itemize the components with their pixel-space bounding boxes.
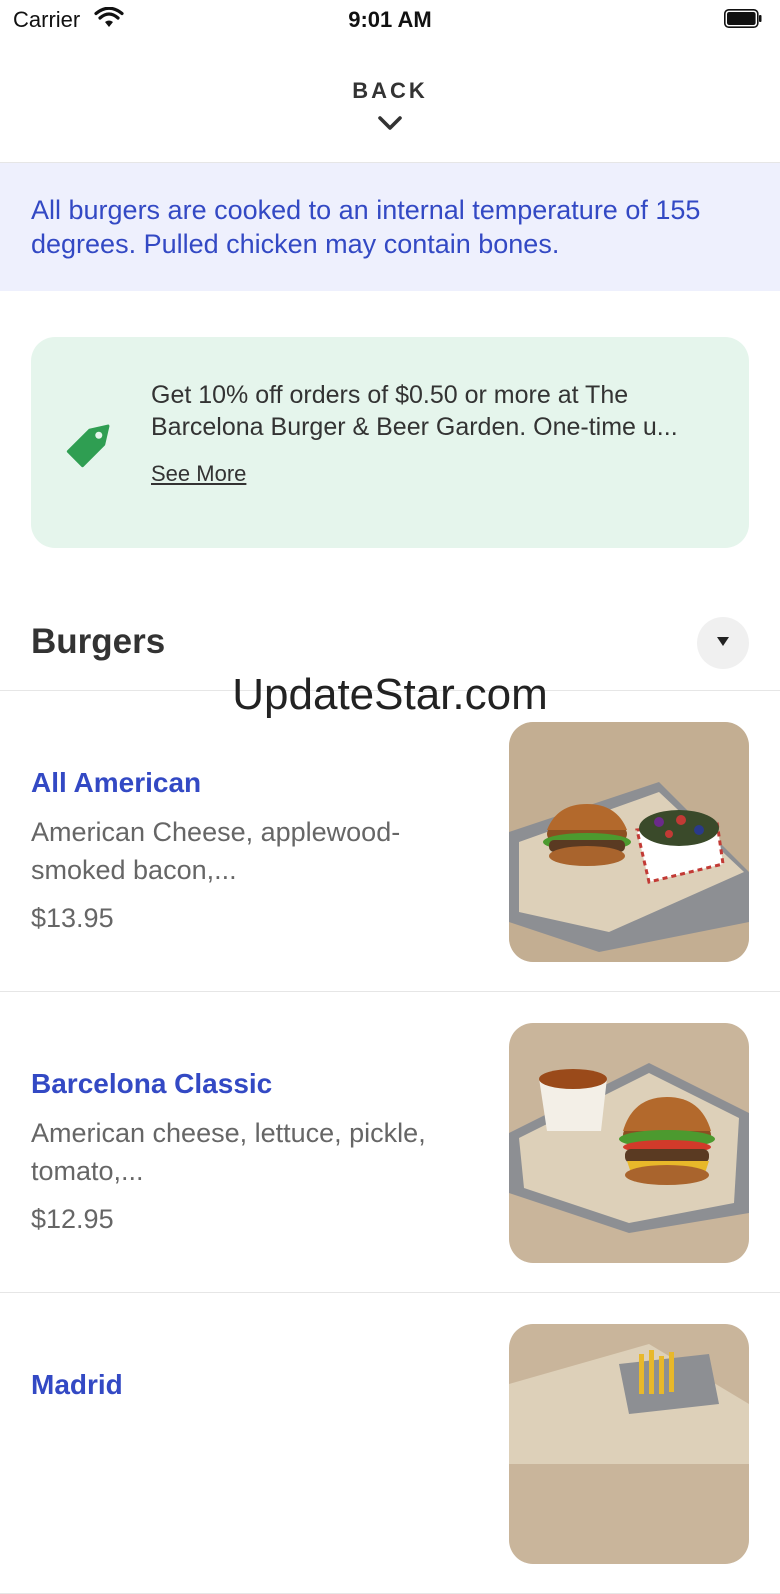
item-description-line: American cheese, lettuce, pickle,: [31, 1118, 426, 1148]
item-name[interactable]: Madrid: [31, 1369, 123, 1401]
item-photo[interactable]: [509, 1023, 749, 1263]
item-description-line: American Cheese, applewood-: [31, 817, 401, 847]
promo-card[interactable]: Get 10% off orders of $0.50 or more at T…: [31, 337, 749, 548]
menu-item-barcelona-classic[interactable]: Barcelona Classic American cheese, lettu…: [0, 992, 780, 1293]
item-photo[interactable]: [509, 722, 749, 962]
status-bar: Carrier 9:01 AM: [0, 0, 780, 40]
back-button[interactable]: BACK: [0, 78, 780, 104]
item-price: $13.95: [31, 903, 114, 933]
caret-down-icon: [717, 637, 729, 646]
cooking-notice-banner: All burgers are cooked to an internal te…: [0, 163, 780, 291]
notice-text: All burgers are cooked to an internal te…: [31, 195, 701, 259]
promo-line-1: Get 10% off orders of $0.50 or more at T…: [151, 381, 629, 409]
see-more-link[interactable]: See More: [151, 461, 246, 487]
battery-icon: [724, 9, 762, 28]
item-name[interactable]: All American: [31, 767, 201, 799]
promo-description: Get 10% off orders of $0.50 or more at T…: [151, 379, 721, 443]
clock: 9:01 AM: [348, 7, 432, 32]
item-name[interactable]: Barcelona Classic: [31, 1068, 272, 1100]
section-title: Burgers: [31, 622, 166, 661]
menu-item-madrid[interactable]: Madrid: [0, 1293, 780, 1594]
item-description-line: smoked bacon,...: [31, 855, 237, 885]
chevron-down-icon[interactable]: [378, 116, 402, 132]
item-description: American Cheese, applewood- smoked bacon…: [31, 813, 471, 889]
menu-item-all-american[interactable]: All American American Cheese, applewood-…: [0, 691, 780, 992]
promo-line-2: Barcelona Burger & Beer Garden. One-time…: [151, 413, 678, 441]
item-description-line: tomato,...: [31, 1156, 144, 1186]
back-header[interactable]: BACK: [0, 40, 780, 163]
item-photo[interactable]: [509, 1324, 749, 1564]
tag-icon: [66, 424, 110, 468]
watermark-text: UpdateStar.com: [232, 670, 548, 719]
item-description: American cheese, lettuce, pickle, tomato…: [31, 1114, 471, 1190]
item-price: $12.95: [31, 1204, 114, 1234]
section-collapse-button[interactable]: [697, 617, 749, 669]
